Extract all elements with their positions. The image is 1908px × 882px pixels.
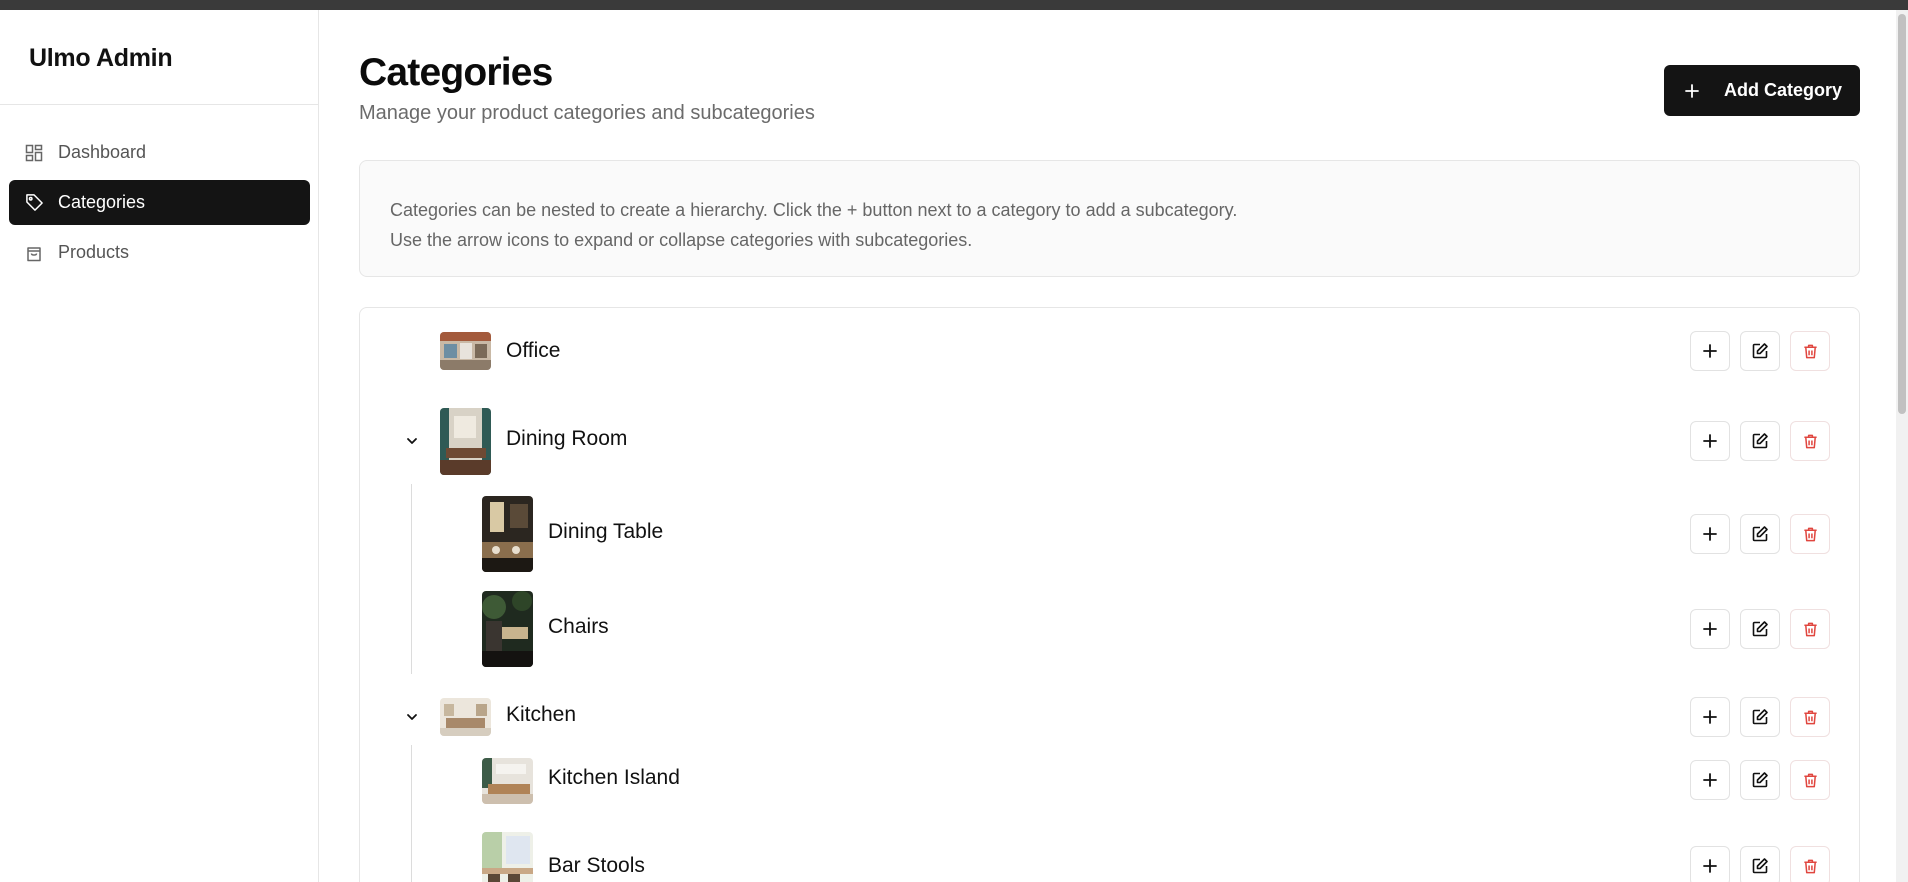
- add-subcategory-button[interactable]: [1690, 760, 1730, 800]
- row-actions: [1690, 421, 1830, 461]
- row-actions: [1690, 697, 1830, 737]
- sidebar-item-dashboard[interactable]: Dashboard: [9, 130, 310, 175]
- add-subcategory-button[interactable]: [1690, 846, 1730, 882]
- row-actions: [1690, 331, 1830, 371]
- page-subtitle: Manage your product categories and subca…: [359, 102, 815, 124]
- category-row-dining-table: Dining Table: [360, 494, 1859, 574]
- row-actions: [1690, 609, 1830, 649]
- shopping-bag-icon: [24, 243, 44, 263]
- trash-icon: [1803, 859, 1817, 873]
- add-subcategory-button[interactable]: [1690, 514, 1730, 554]
- trash-icon: [1803, 344, 1817, 358]
- category-thumbnail: [440, 332, 491, 370]
- category-thumbnail: [482, 758, 533, 804]
- category-thumbnail: [440, 408, 491, 475]
- category-thumbnail: [482, 832, 533, 882]
- add-subcategory-button[interactable]: [1690, 331, 1730, 371]
- info-box: Categories can be nested to create a hie…: [359, 160, 1860, 277]
- sidebar-nav: Dashboard Categories Products: [0, 105, 318, 275]
- trash-icon: [1803, 622, 1817, 636]
- scrollbar-thumb[interactable]: [1898, 14, 1906, 414]
- plus-icon: [1703, 859, 1717, 873]
- category-name: Bar Stools: [548, 854, 645, 877]
- edit-button[interactable]: [1740, 846, 1780, 882]
- category-name: Kitchen Island: [548, 766, 680, 789]
- delete-button[interactable]: [1790, 697, 1830, 737]
- delete-button[interactable]: [1790, 760, 1830, 800]
- plus-icon: [1703, 527, 1717, 541]
- category-row-office: Office: [360, 326, 1859, 376]
- sidebar-item-label: Products: [58, 242, 130, 262]
- trash-icon: [1803, 773, 1817, 787]
- category-row-bar-stools: Bar Stools: [360, 828, 1859, 882]
- edit-button[interactable]: [1740, 331, 1780, 371]
- category-name: Dining Room: [506, 427, 628, 450]
- edit-button[interactable]: [1740, 514, 1780, 554]
- plus-icon: [1703, 344, 1717, 358]
- row-actions: [1690, 760, 1830, 800]
- chevron-down-icon[interactable]: [404, 709, 420, 725]
- category-name: Kitchen: [506, 703, 577, 726]
- category-name: Office: [506, 339, 561, 362]
- sidebar-item-products[interactable]: Products: [9, 230, 310, 275]
- edit-icon: [1752, 621, 1768, 637]
- edit-icon: [1752, 433, 1768, 449]
- category-name: Chairs: [548, 615, 609, 638]
- delete-button[interactable]: [1790, 331, 1830, 371]
- edit-icon: [1752, 772, 1768, 788]
- category-tree: Office Dining Room Dining Table Chairs K…: [359, 307, 1860, 882]
- category-thumbnail: [482, 591, 533, 667]
- browser-top-bar: [0, 0, 1908, 10]
- add-subcategory-button[interactable]: [1690, 421, 1730, 461]
- brand-title: Ulmo Admin: [0, 10, 318, 105]
- category-row-chairs: Chairs: [360, 589, 1859, 669]
- plus-icon: [1703, 622, 1717, 636]
- delete-button[interactable]: [1790, 609, 1830, 649]
- delete-button[interactable]: [1790, 846, 1830, 882]
- trash-icon: [1803, 710, 1817, 724]
- chevron-down-icon[interactable]: [404, 433, 420, 449]
- scrollbar[interactable]: [1896, 10, 1908, 882]
- category-thumbnail: [440, 698, 491, 736]
- edit-icon: [1752, 526, 1768, 542]
- edit-button[interactable]: [1740, 760, 1780, 800]
- trash-icon: [1803, 527, 1817, 541]
- category-row-dining-room: Dining Room: [360, 406, 1859, 476]
- edit-button[interactable]: [1740, 421, 1780, 461]
- plus-icon: [1684, 82, 1702, 100]
- sidebar-item-categories[interactable]: Categories: [9, 180, 310, 225]
- add-category-button[interactable]: Add Category: [1664, 65, 1860, 116]
- plus-icon: [1703, 773, 1717, 787]
- add-subcategory-button[interactable]: [1690, 609, 1730, 649]
- edit-icon: [1752, 858, 1768, 874]
- plus-icon: [1703, 710, 1717, 724]
- edit-icon: [1752, 709, 1768, 725]
- edit-button[interactable]: [1740, 697, 1780, 737]
- dashboard-icon: [24, 143, 44, 163]
- add-category-label: Add Category: [1724, 80, 1843, 100]
- trash-icon: [1803, 434, 1817, 448]
- edit-icon: [1752, 343, 1768, 359]
- row-actions: [1690, 514, 1830, 554]
- row-actions: [1690, 846, 1830, 882]
- edit-button[interactable]: [1740, 609, 1780, 649]
- plus-icon: [1703, 434, 1717, 448]
- add-subcategory-button[interactable]: [1690, 697, 1730, 737]
- sidebar: Ulmo Admin Dashboard Categories Products: [0, 10, 319, 882]
- category-name: Dining Table: [548, 520, 664, 543]
- page-title: Categories: [359, 51, 553, 94]
- sidebar-item-label: Categories: [58, 192, 146, 212]
- category-row-kitchen: Kitchen: [360, 692, 1859, 742]
- delete-button[interactable]: [1790, 421, 1830, 461]
- delete-button[interactable]: [1790, 514, 1830, 554]
- info-line-1: Categories can be nested to create a hie…: [390, 200, 1238, 220]
- sidebar-item-label: Dashboard: [58, 142, 147, 162]
- tag-icon: [24, 193, 44, 213]
- info-line-2: Use the arrow icons to expand or collaps…: [390, 230, 973, 250]
- category-thumbnail: [482, 496, 533, 572]
- category-row-kitchen-island: Kitchen Island: [360, 754, 1859, 806]
